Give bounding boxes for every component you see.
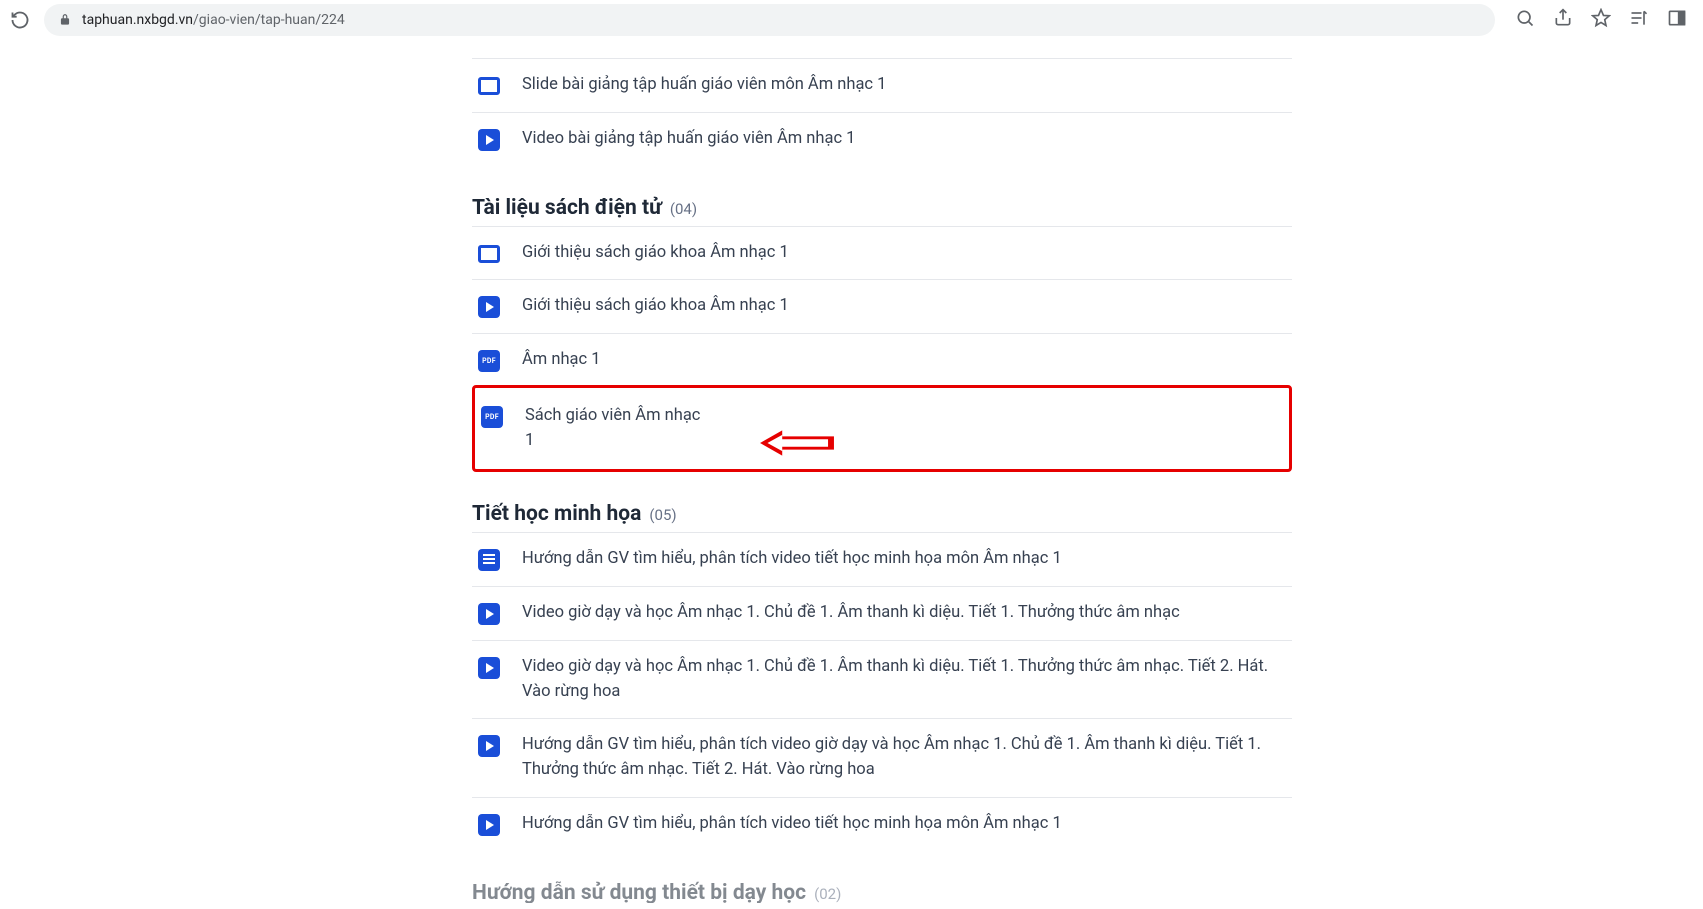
pdf-icon: PDF bbox=[478, 350, 500, 372]
item-label: Video giờ dạy và học Âm nhạc 1. Chủ đề 1… bbox=[522, 601, 1180, 626]
section-3-header: Tiết học minh họa (05) bbox=[472, 502, 1292, 526]
item-label: Âm nhạc 1 bbox=[522, 348, 601, 373]
section-title: Hướng dẫn sử dụng thiết bị dạy học bbox=[472, 881, 806, 903]
browser-toolbar: taphuan.nxbgd.vn/giao-vien/tap-huan/224 bbox=[0, 0, 1703, 40]
list-item[interactable]: Video giờ dạy và học Âm nhạc 1. Chủ đề 1… bbox=[472, 640, 1292, 719]
video-icon bbox=[478, 603, 500, 625]
section-title: Tài liệu sách điện tử bbox=[472, 196, 662, 220]
pdf-icon: PDF bbox=[481, 406, 503, 428]
video-icon bbox=[478, 814, 500, 836]
search-icon[interactable] bbox=[1515, 8, 1535, 32]
section-count: (05) bbox=[649, 506, 676, 524]
sidepanel-icon[interactable] bbox=[1667, 8, 1687, 32]
list-item[interactable]: Video bài giảng tập huấn giáo viên Âm nh… bbox=[472, 112, 1292, 166]
reading-list-icon[interactable] bbox=[1629, 8, 1649, 32]
section-count: (02) bbox=[814, 885, 841, 903]
item-label: Sách giáo viên Âm nhạc 1 bbox=[525, 404, 709, 454]
annotation-arrow-icon bbox=[760, 426, 834, 464]
bookmark-star-icon[interactable] bbox=[1591, 8, 1611, 32]
item-label: Hướng dẫn GV tìm hiểu, phân tích video t… bbox=[522, 547, 1062, 572]
item-label: Video bài giảng tập huấn giáo viên Âm nh… bbox=[522, 127, 855, 152]
section-count: (04) bbox=[670, 200, 697, 218]
item-label: Video giờ dạy và học Âm nhạc 1. Chủ đề 1… bbox=[522, 655, 1286, 705]
item-label: Giới thiệu sách giáo khoa Âm nhạc 1 bbox=[522, 241, 789, 266]
list-item[interactable]: Hướng dẫn GV tìm hiểu, phân tích video t… bbox=[472, 532, 1292, 586]
video-icon bbox=[478, 657, 500, 679]
main-content: Slide bài giảng tập huấn giáo viên môn Â… bbox=[472, 40, 1292, 903]
section-4-header: Hướng dẫn sử dụng thiết bị dạy học (02) bbox=[472, 881, 1292, 903]
reload-button[interactable] bbox=[10, 10, 30, 30]
highlighted-item-box: PDF Sách giáo viên Âm nhạc 1 bbox=[472, 385, 1292, 473]
video-icon bbox=[478, 129, 500, 151]
video-icon bbox=[478, 296, 500, 318]
list-item[interactable]: Hướng dẫn GV tìm hiểu, phân tích video t… bbox=[472, 797, 1292, 851]
browser-right-icons bbox=[1509, 8, 1693, 32]
share-icon[interactable] bbox=[1553, 8, 1573, 32]
item-label: Hướng dẫn GV tìm hiểu, phân tích video t… bbox=[522, 812, 1062, 837]
item-label: Giới thiệu sách giáo khoa Âm nhạc 1 bbox=[522, 294, 789, 319]
item-label: Hướng dẫn GV tìm hiểu, phân tích video g… bbox=[522, 733, 1286, 783]
section-2-header: Tài liệu sách điện tử (04) bbox=[472, 196, 1292, 220]
lock-icon bbox=[58, 13, 72, 27]
section-3-list: Hướng dẫn GV tìm hiểu, phân tích video t… bbox=[472, 532, 1292, 850]
list-item[interactable]: Video giờ dạy và học Âm nhạc 1. Chủ đề 1… bbox=[472, 586, 1292, 640]
item-label: Slide bài giảng tập huấn giáo viên môn Â… bbox=[522, 73, 886, 98]
list-item[interactable]: Giới thiệu sách giáo khoa Âm nhạc 1 bbox=[472, 226, 1292, 280]
list-item[interactable]: PDF Âm nhạc 1 bbox=[472, 333, 1292, 387]
list-item[interactable]: Slide bài giảng tập huấn giáo viên môn Â… bbox=[472, 58, 1292, 112]
video-icon bbox=[478, 735, 500, 757]
slide-icon bbox=[478, 75, 500, 97]
slide-icon bbox=[478, 243, 500, 265]
section-2-list: Giới thiệu sách giáo khoa Âm nhạc 1 Giới… bbox=[472, 226, 1292, 473]
address-bar[interactable]: taphuan.nxbgd.vn/giao-vien/tap-huan/224 bbox=[44, 4, 1495, 36]
list-item[interactable]: Giới thiệu sách giáo khoa Âm nhạc 1 bbox=[472, 279, 1292, 333]
list-item[interactable]: PDF Sách giáo viên Âm nhạc 1 bbox=[475, 390, 715, 468]
list-item[interactable]: Hướng dẫn GV tìm hiểu, phân tích video g… bbox=[472, 718, 1292, 797]
doc-icon bbox=[478, 549, 500, 571]
section-title: Tiết học minh họa bbox=[472, 502, 641, 526]
url-text: taphuan.nxbgd.vn/giao-vien/tap-huan/224 bbox=[82, 12, 345, 28]
section-1-list: Slide bài giảng tập huấn giáo viên môn Â… bbox=[472, 58, 1292, 166]
